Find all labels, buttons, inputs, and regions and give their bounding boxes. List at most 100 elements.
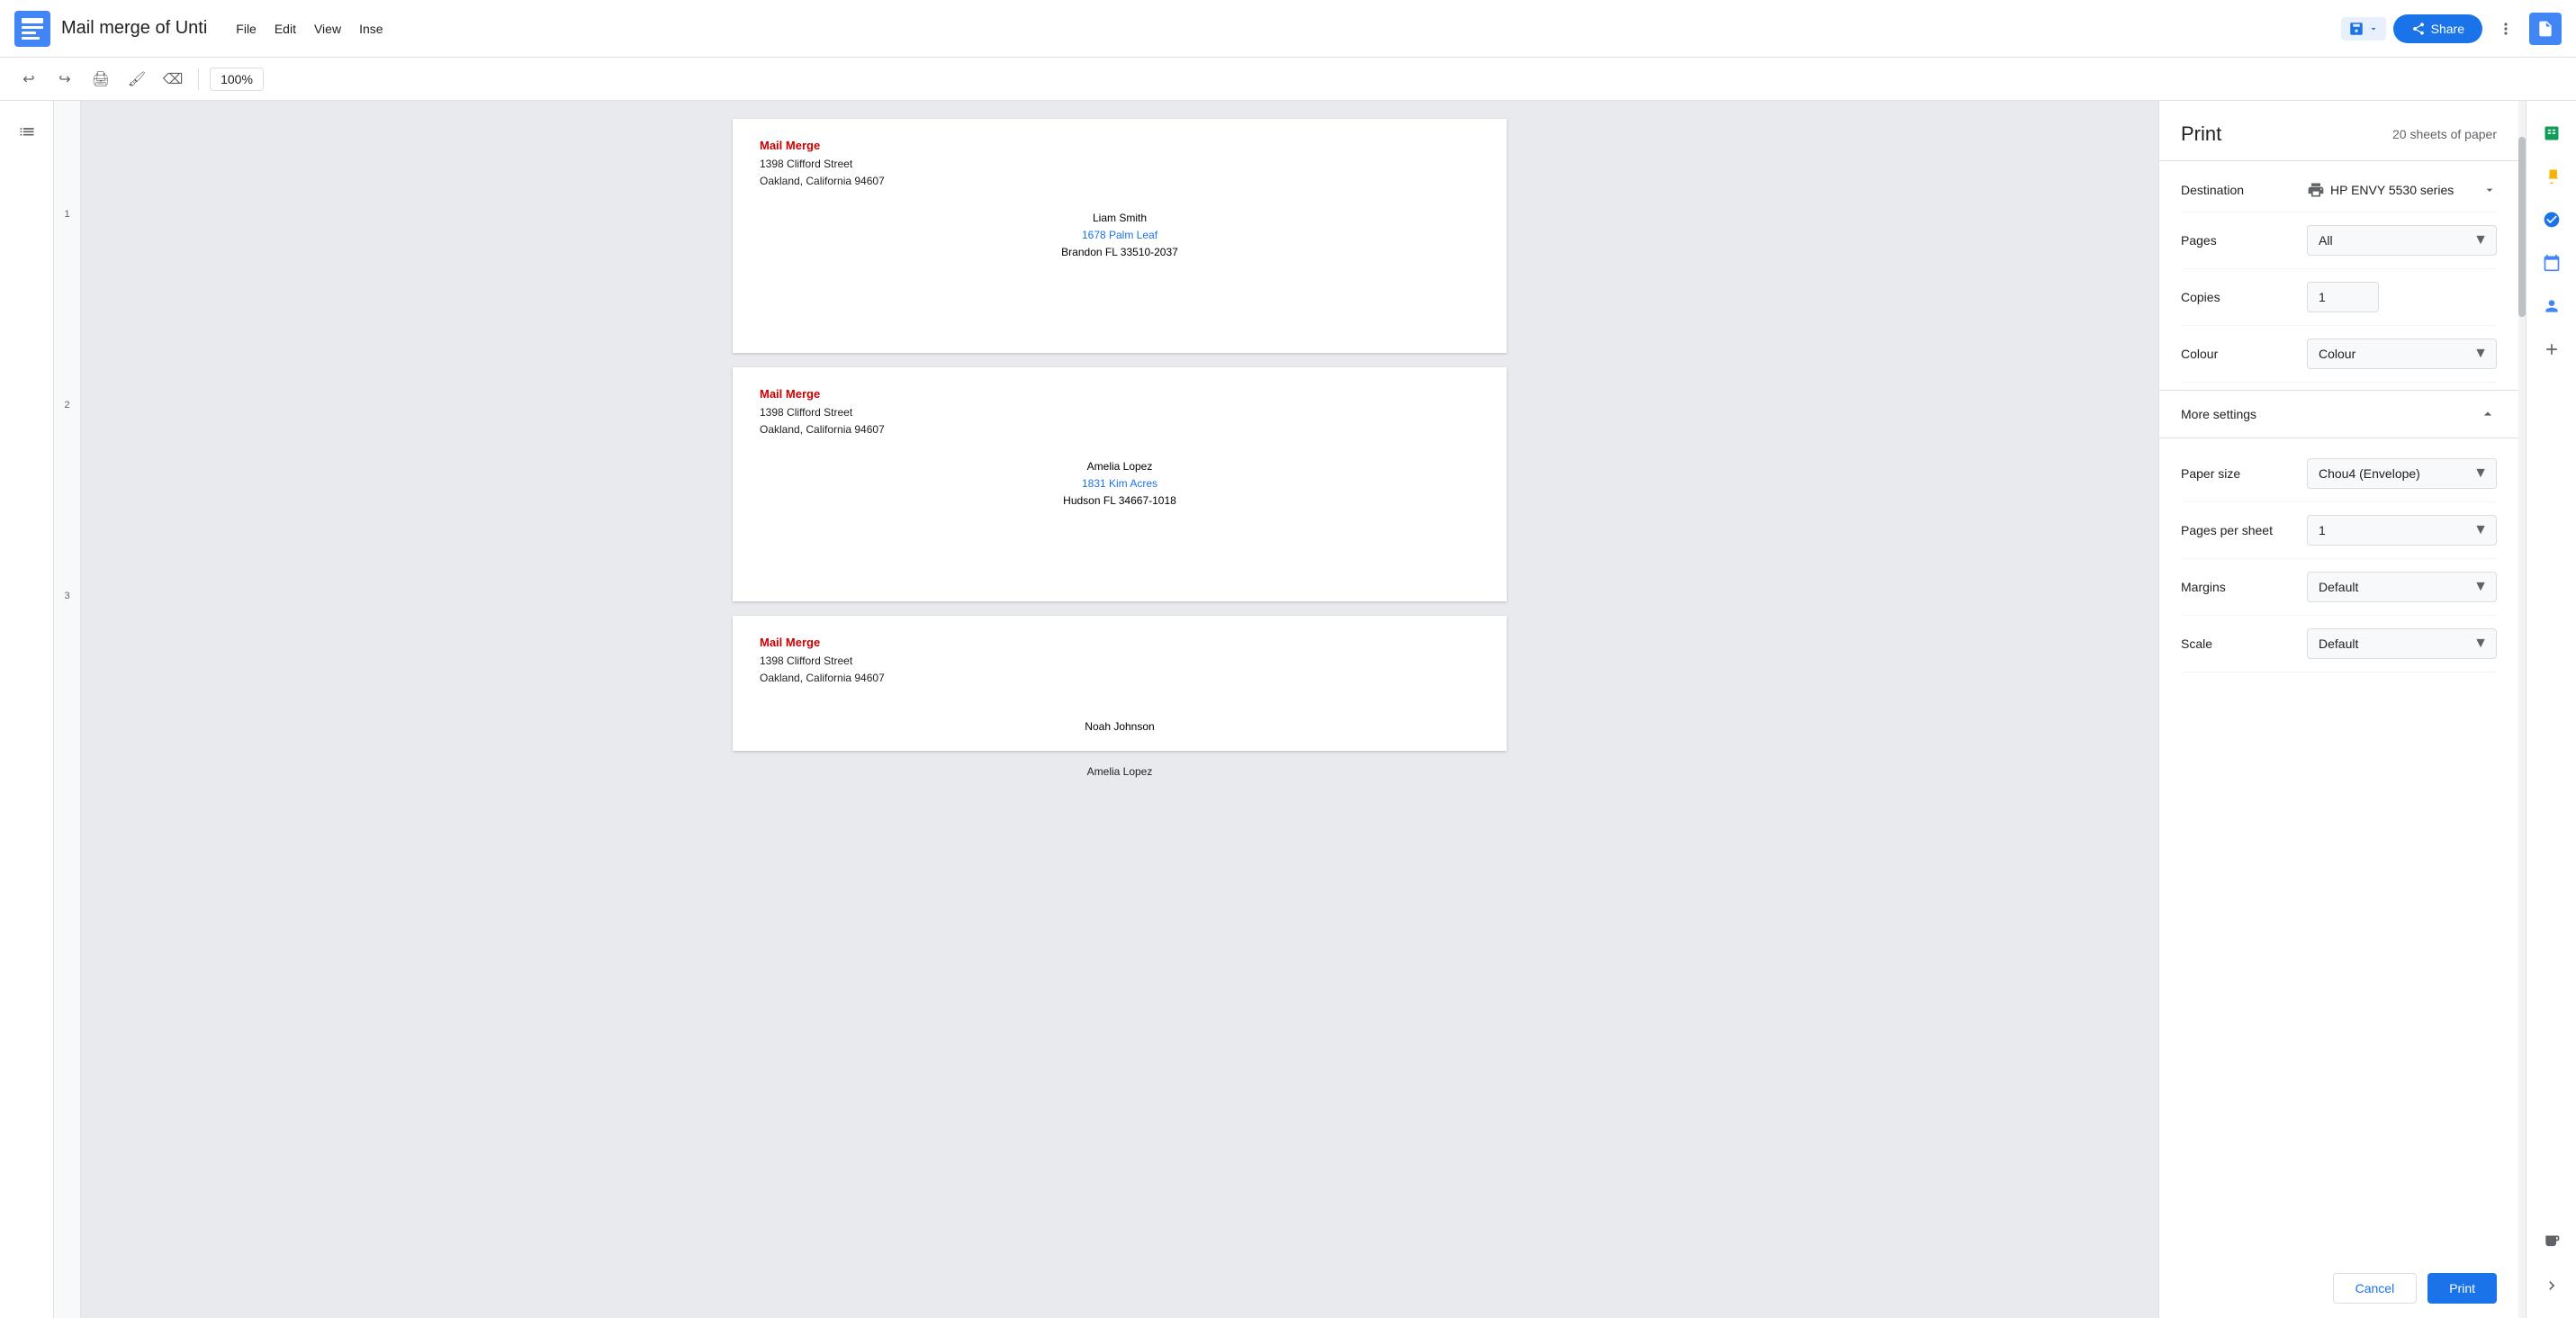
more-settings-chevron-icon — [2479, 405, 2497, 423]
sender-line1-1: 1398 Clifford Street — [760, 156, 885, 173]
menu-edit[interactable]: Edit — [267, 18, 303, 40]
sidebar-contacts-icon[interactable] — [2534, 288, 2570, 324]
left-sidebar — [0, 101, 54, 1318]
recipient-name-2: Amelia Lopez — [1063, 458, 1176, 475]
colour-select-wrapper[interactable]: Colour Black & white ▼ — [2307, 339, 2497, 369]
print-settings-section: Destination HP ENVY 5530 series Pages Al… — [2159, 161, 2518, 390]
destination-value: HP ENVY 5530 series — [2330, 183, 2477, 197]
colour-select[interactable]: Colour Black & white — [2307, 339, 2497, 369]
print-button[interactable]: 🖨 — [86, 65, 115, 94]
paper-size-select-wrapper[interactable]: Chou4 (Envelope) A4 Letter ▼ — [2307, 458, 2497, 489]
print-panel-scrollbar[interactable] — [2518, 101, 2526, 1318]
sender-address-1: Mail Merge 1398 Clifford Street Oakland,… — [760, 137, 885, 190]
sidebar-outline-icon[interactable] — [9, 115, 45, 151]
share-button[interactable]: Share — [2393, 14, 2482, 43]
pages-select[interactable]: All Custom — [2307, 225, 2497, 256]
sidebar-calendar-icon[interactable] — [2534, 245, 2570, 281]
pages-select-wrapper[interactable]: All Custom ▼ — [2307, 225, 2497, 256]
pages-per-sheet-row: Pages per sheet 1 2 4 ▼ — [2181, 502, 2497, 559]
sender-line2-3: Oakland, California 94607 — [760, 670, 885, 687]
more-options-button[interactable] — [2490, 13, 2522, 45]
top-bar: Mail merge of Unti File Edit View Inse S… — [0, 0, 2576, 58]
recipient-name-1: Liam Smith — [1061, 210, 1178, 227]
print-footer: Cancel Print — [2159, 1259, 2518, 1318]
margins-select[interactable]: Default None Minimum Custom — [2307, 572, 2497, 602]
recipient-line1-1: 1678 Palm Leaf — [1061, 227, 1178, 244]
sender-line1-3: 1398 Clifford Street — [760, 653, 885, 670]
second-toolbar: ↩ ↪ 🖨 🖌 ⌫ 100% — [0, 58, 2576, 101]
more-settings-label: More settings — [2181, 407, 2256, 421]
redo-button[interactable]: ↪ — [50, 65, 79, 94]
sidebar-chevron-icon[interactable] — [2534, 1268, 2570, 1304]
envelope-page-3: Mail Merge 1398 Clifford Street Oakland,… — [733, 616, 1507, 751]
toolbar-right: Share — [2341, 13, 2562, 45]
sender-line2-2: Oakland, California 94607 — [760, 421, 885, 438]
scrollbar-thumb — [2518, 137, 2526, 317]
paper-size-select[interactable]: Chou4 (Envelope) A4 Letter — [2307, 458, 2497, 489]
destination-label: Destination — [2181, 183, 2307, 197]
sender-name-2: Mail Merge — [760, 385, 885, 404]
page-numbers: 1 2 3 — [54, 101, 81, 1318]
destination-row: Destination HP ENVY 5530 series — [2181, 168, 2497, 212]
share-label: Share — [2431, 22, 2464, 36]
envelope-page-1: Mail Merge 1398 Clifford Street Oakland,… — [733, 119, 1507, 353]
menu-bar: File Edit View Inse — [229, 18, 390, 40]
recipient-line2-1: Brandon FL 33510-2037 — [1061, 245, 1178, 262]
undo-button[interactable]: ↩ — [14, 65, 43, 94]
copies-input[interactable] — [2307, 282, 2379, 312]
cancel-button[interactable]: Cancel — [2333, 1273, 2418, 1304]
scale-select-wrapper[interactable]: Default Fit to page Fit to width ▼ — [2307, 628, 2497, 659]
recipient-line1-2: 1831 Kim Acres — [1063, 475, 1176, 492]
paper-size-label: Paper size — [2181, 466, 2307, 481]
print-button-submit[interactable]: Print — [2427, 1273, 2497, 1304]
pages-per-sheet-label: Pages per sheet — [2181, 523, 2307, 537]
recipient-address-1: Liam Smith 1678 Palm Leaf Brandon FL 335… — [1061, 210, 1178, 262]
app-icon — [14, 11, 50, 47]
destination-select-wrapper[interactable]: HP ENVY 5530 series — [2307, 181, 2497, 199]
recipient-address-2: Amelia Lopez 1831 Kim Acres Hudson FL 34… — [1063, 458, 1176, 510]
more-settings-row[interactable]: More settings — [2159, 390, 2518, 438]
sender-line2-1: Oakland, California 94607 — [760, 173, 885, 190]
print-title: Print — [2181, 122, 2221, 146]
clear-format-button[interactable]: ⌫ — [158, 65, 187, 94]
menu-insert[interactable]: Inse — [352, 18, 390, 40]
sender-line1-2: 1398 Clifford Street — [760, 404, 885, 421]
sidebar-tasks-icon[interactable] — [2534, 202, 2570, 238]
page-num-3: 3 — [64, 591, 69, 601]
margins-row: Margins Default None Minimum Custom ▼ — [2181, 559, 2497, 616]
sidebar-add-extension-icon[interactable] — [2534, 1224, 2570, 1260]
doc-title: Mail merge of Unti — [61, 18, 207, 39]
sidebar-sheets-icon[interactable] — [2534, 115, 2570, 151]
scale-label: Scale — [2181, 636, 2307, 651]
menu-view[interactable]: View — [307, 18, 348, 40]
toolbar-divider — [198, 68, 199, 90]
paint-format-button[interactable]: 🖌 — [122, 65, 151, 94]
sender-address-3: Mail Merge 1398 Clifford Street Oakland,… — [760, 634, 885, 687]
save-indicator — [2341, 17, 2386, 41]
sidebar-keep-icon[interactable] — [2534, 158, 2570, 194]
menu-file[interactable]: File — [229, 18, 264, 40]
colour-label: Colour — [2181, 347, 2307, 361]
document-area: Mail Merge 1398 Clifford Street Oakland,… — [81, 101, 2158, 1318]
scale-select[interactable]: Default Fit to page Fit to width — [2307, 628, 2497, 659]
pages-label: Pages — [2181, 233, 2307, 248]
destination-chevron-icon — [2482, 183, 2497, 197]
zoom-display[interactable]: 100% — [210, 68, 264, 91]
copies-label: Copies — [2181, 290, 2307, 304]
sender-address-2: Mail Merge 1398 Clifford Street Oakland,… — [760, 385, 885, 438]
pages-row: Pages All Custom ▼ — [2181, 212, 2497, 269]
footer-recipient: Amelia Lopez — [1087, 765, 1153, 778]
print-panel: Print 20 sheets of paper Destination HP … — [2158, 101, 2518, 1318]
copies-row: Copies — [2181, 269, 2497, 326]
printer-icon — [2307, 181, 2325, 199]
margins-select-wrapper[interactable]: Default None Minimum Custom ▼ — [2307, 572, 2497, 602]
colour-row: Colour Colour Black & white ▼ — [2181, 326, 2497, 383]
print-header: Print 20 sheets of paper — [2159, 101, 2518, 161]
right-sidebar — [2526, 101, 2576, 1318]
sender-name-1: Mail Merge — [760, 137, 885, 156]
sidebar-add-icon[interactable] — [2534, 331, 2570, 367]
pages-per-sheet-wrapper[interactable]: 1 2 4 ▼ — [2307, 515, 2497, 546]
bottom-sidebar-icons — [2534, 1224, 2570, 1304]
recipient-line2-2: Hudson FL 34667-1018 — [1063, 493, 1176, 510]
pages-per-sheet-select[interactable]: 1 2 4 — [2307, 515, 2497, 546]
